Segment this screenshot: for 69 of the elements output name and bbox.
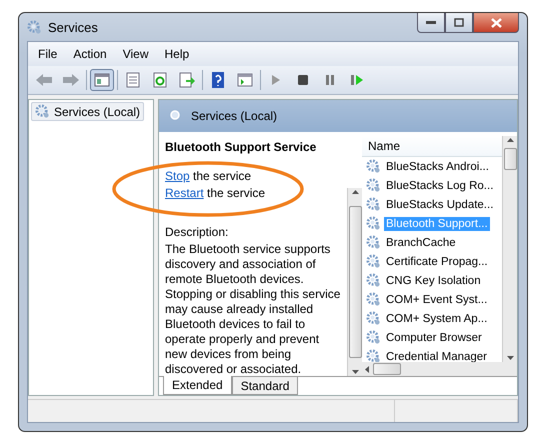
stop-icon xyxy=(297,74,309,86)
service-row[interactable]: BranchCache xyxy=(384,236,458,250)
help-icon xyxy=(211,72,225,88)
service-icon xyxy=(366,216,381,231)
view-tab[interactable]: Standard xyxy=(232,377,298,395)
service-title: Bluetooth Support Service xyxy=(165,140,318,155)
menu-item[interactable]: File xyxy=(32,45,64,63)
export-list-icon xyxy=(179,72,195,88)
scrollbar[interactable] xyxy=(502,136,517,362)
service-row[interactable]: BlueStacks Log Ro... xyxy=(384,178,496,192)
maximize-button[interactable] xyxy=(445,13,473,33)
console-tree-icon xyxy=(94,73,110,87)
service-icon xyxy=(366,330,381,345)
service-action-link[interactable]: Restart xyxy=(165,186,204,200)
service-icon xyxy=(366,292,381,307)
service-action-link[interactable]: Stop xyxy=(165,169,190,183)
minimize-icon xyxy=(426,21,436,24)
gear-icon xyxy=(35,104,50,119)
service-icon xyxy=(366,159,381,174)
horizontal-scrollbar[interactable] xyxy=(362,362,517,376)
service-row[interactable]: COM+ System Ap... xyxy=(384,312,490,326)
service-icon xyxy=(366,311,381,326)
view-tab[interactable]: Extended xyxy=(163,376,232,395)
service-row[interactable]: BlueStacks Androi... xyxy=(384,160,491,174)
service-icon xyxy=(366,273,381,288)
scroll-down-icon xyxy=(506,356,514,360)
window-title: Services xyxy=(48,20,99,34)
service-row[interactable]: Credential Manager xyxy=(384,350,490,362)
scroll-left-icon xyxy=(365,366,369,372)
forward-arrow-icon xyxy=(62,73,80,87)
pause-icon xyxy=(325,74,335,86)
action-pane-icon xyxy=(237,73,253,87)
service-icon xyxy=(366,197,381,212)
close-button[interactable] xyxy=(473,13,519,33)
description-label: Description: xyxy=(165,225,230,240)
service-icon xyxy=(366,349,381,362)
description-text: The Bluetooth service supports discovery and association of remote Bluetooth devices. Stopping or disabling this service may cause already installed Bluetooth devices to fail to operate properly and prevent new devices from being discovered or associated. xyxy=(165,242,341,377)
service-icon xyxy=(366,254,381,269)
service-row[interactable]: Certificate Propag... xyxy=(384,254,490,268)
back-arrow-icon xyxy=(35,73,53,87)
resume-icon xyxy=(350,74,364,86)
app-icon xyxy=(27,20,42,34)
pane-title: Services (Local) xyxy=(191,109,278,123)
service-row[interactable]: COM+ Event Syst... xyxy=(384,292,490,306)
service-row[interactable]: BlueStacks Update... xyxy=(384,198,496,212)
close-icon xyxy=(490,18,502,28)
scroll-down-icon xyxy=(352,370,358,374)
tree-item[interactable]: Services (Local) xyxy=(31,102,144,121)
console-tree-button[interactable] xyxy=(90,69,114,91)
action-text: the service xyxy=(207,186,266,200)
scroll-thumb[interactable] xyxy=(373,363,401,375)
scrollbar[interactable] xyxy=(347,188,362,376)
menu-item[interactable]: View xyxy=(116,45,154,63)
scroll-thumb[interactable] xyxy=(504,148,516,170)
maximize-icon xyxy=(454,18,464,27)
menu-item[interactable]: Action xyxy=(67,45,113,63)
action-text: the service xyxy=(193,169,252,183)
minimize-button[interactable] xyxy=(417,13,445,33)
scroll-up-icon xyxy=(506,138,514,142)
service-icon xyxy=(366,235,381,250)
service-row[interactable]: CNG Key Isolation xyxy=(384,274,483,288)
service-icon xyxy=(366,178,381,193)
service-row[interactable]: Computer Browser xyxy=(384,330,484,344)
refresh-icon xyxy=(153,72,167,88)
scroll-thumb[interactable] xyxy=(348,206,362,358)
scroll-up-icon xyxy=(352,190,358,194)
menu-item[interactable]: Help xyxy=(158,45,196,63)
properties-icon xyxy=(126,72,140,88)
play-icon xyxy=(271,74,281,86)
